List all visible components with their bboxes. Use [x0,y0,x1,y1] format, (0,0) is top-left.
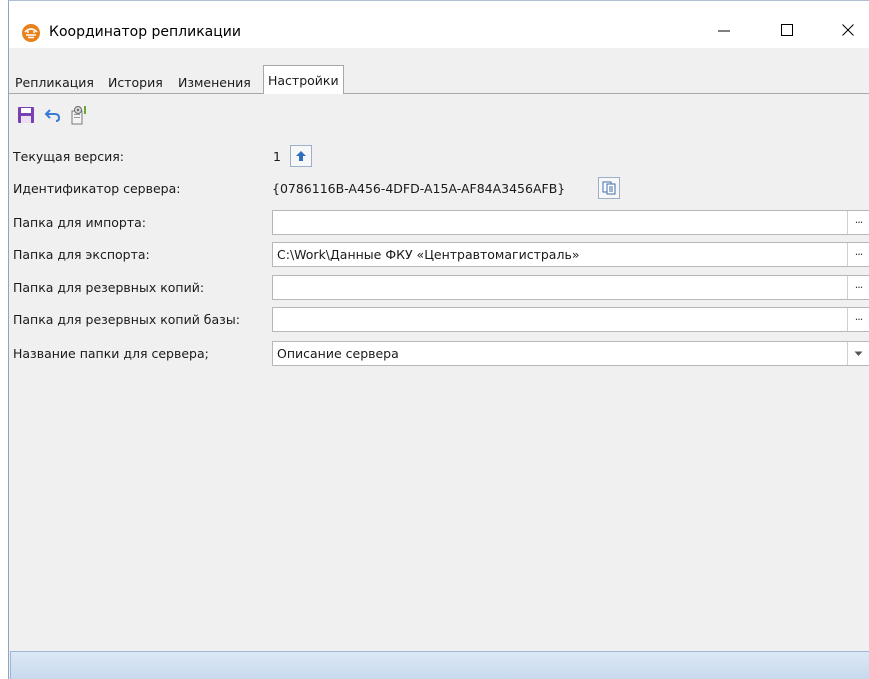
server-id-value: {0786116B-A456-4DFD-A15A-AF84A3456AFB} [272,181,566,196]
save-icon [18,107,34,123]
maximize-button[interactable] [776,19,798,41]
browse-import-folder-button[interactable]: ··· [847,211,869,234]
title-bar: Координатор репликации [9,1,869,48]
export-folder-field: ··· [272,242,869,267]
import-folder-input[interactable] [273,211,845,234]
tab-history[interactable]: История [104,70,167,94]
db-backup-folder-label: Папка для резервных копий базы: [13,312,240,327]
status-bar [10,651,869,679]
tab-changes[interactable]: Изменения [174,70,255,94]
undo-button[interactable] [42,104,64,126]
replication-app-icon [21,23,41,43]
settings-button[interactable] [68,104,90,126]
replication-coordinator-window: Координатор репликации Репликация Истори… [8,0,869,679]
import-folder-label: Папка для импорта: [13,215,147,230]
chevron-down-icon [854,351,863,356]
server-folder-name-dropdown-button[interactable] [847,342,869,365]
close-icon [842,24,854,36]
backup-folder-input[interactable] [273,276,845,299]
maximize-icon [781,24,793,36]
browse-db-backup-folder-button[interactable]: ··· [847,308,869,331]
browse-backup-folder-button[interactable]: ··· [847,276,869,299]
db-backup-folder-field: ··· [272,307,869,332]
backup-folder-field: ··· [272,275,869,300]
tab-replication[interactable]: Репликация [11,70,98,94]
tab-strip: Репликация История Изменения Настройки [9,65,869,95]
browse-export-folder-button[interactable]: ··· [847,243,869,266]
copy-icon [602,181,616,195]
close-button[interactable] [837,19,859,41]
tab-settings[interactable]: Настройки [263,65,344,95]
save-button[interactable] [15,104,37,126]
backup-folder-label: Папка для резервных копий: [13,280,205,295]
upgrade-version-button[interactable] [290,145,312,167]
db-backup-folder-input[interactable] [273,308,845,331]
server-id-label: Идентификатор сервера: [13,181,181,196]
current-version-label: Текущая версия: [13,149,124,164]
minimize-button[interactable] [713,19,735,41]
toolbar [9,94,869,134]
settings-icon [71,106,86,125]
export-folder-label: Папка для экспорта: [13,247,150,262]
server-folder-name-value: Описание сервера [277,346,399,361]
window-title: Координатор репликации [49,24,241,40]
current-version-value: 1 [273,149,281,164]
minimize-icon [718,30,730,32]
server-folder-name-label: Название папки для сервера; [13,346,209,361]
import-folder-field: ··· [272,210,869,235]
copy-server-id-button[interactable] [598,177,620,199]
server-folder-name-select[interactable]: Описание сервера [272,341,869,366]
arrow-up-icon [296,151,306,161]
export-folder-input[interactable] [273,243,845,266]
undo-icon [44,109,61,122]
